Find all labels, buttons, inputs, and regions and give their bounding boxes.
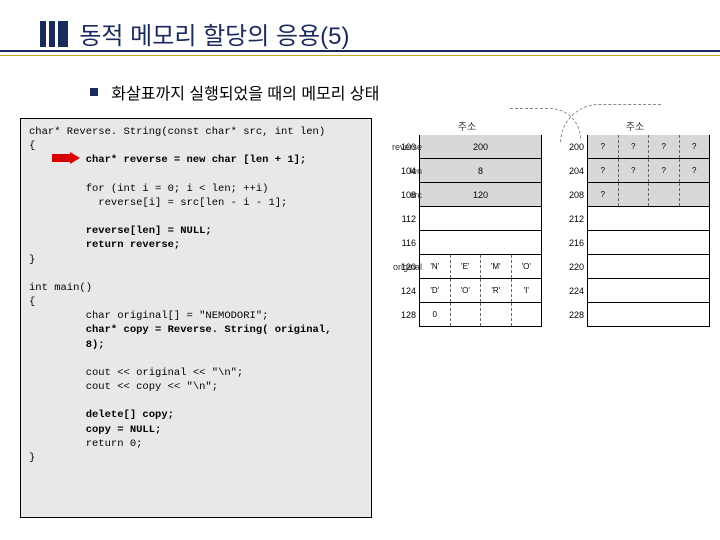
code-line: copy = NULL;: [29, 424, 161, 436]
code-line: return reverse;: [29, 239, 180, 251]
mem-row: 212: [560, 207, 710, 231]
slide-title: 동적 메모리 할당의 응용(5): [79, 16, 349, 51]
execution-arrow-icon: [52, 152, 80, 164]
mem-row: 112: [392, 207, 542, 231]
mem-row: 108src120: [392, 183, 542, 207]
title-bar: 동적 메모리 할당의 응용(5): [40, 16, 700, 52]
mem-row: 124 'D' 'O' 'R' 'I': [392, 279, 542, 303]
mem-row: 224: [560, 279, 710, 303]
mem-row: 204 ? ? ? ?: [560, 159, 710, 183]
mem-header: 주소: [392, 118, 542, 133]
code-line: char* Reverse. String(const char* src, i…: [29, 126, 325, 138]
mem-row: 116: [392, 231, 542, 255]
code-line: char original[] = "NEMODORI";: [29, 310, 268, 322]
mem-row: 120 original 'N' 'E' 'M' 'O': [392, 255, 542, 279]
code-line: int main(): [29, 282, 92, 294]
memory-heap: 주소 200 ? ? ? ? 204 ? ? ? ? 208 ?: [560, 118, 710, 327]
mem-row: 220: [560, 255, 710, 279]
code-line: delete[] copy;: [29, 409, 174, 421]
code-line: {: [29, 140, 35, 152]
mem-row: 100reverse200: [392, 135, 542, 159]
mem-row: 128 0: [392, 303, 542, 327]
code-line: }: [29, 452, 35, 464]
memory-stack: 주소 100reverse200 104len8 108src120 112 1…: [392, 118, 542, 327]
code-line: {: [29, 296, 35, 308]
code-line: reverse[i] = src[len - i - 1];: [29, 197, 287, 209]
mem-row: 208 ?: [560, 183, 710, 207]
bullet-icon: [90, 88, 98, 96]
code-line: }: [29, 254, 35, 266]
slide: 동적 메모리 할당의 응용(5) 화살표까지 실행되었을 때의 메모리 상태 c…: [0, 0, 720, 540]
code-line: reverse[len] = NULL;: [29, 225, 212, 237]
bullet-row: 화살표까지 실행되었을 때의 메모리 상태: [90, 80, 379, 104]
title-accent-icon: [40, 21, 68, 47]
mem-row: 104len8: [392, 159, 542, 183]
code-line: char* copy = Reverse. String( original,: [29, 324, 331, 336]
mem-row: 228: [560, 303, 710, 327]
title-underline: [0, 50, 720, 56]
code-line: return 0;: [29, 438, 142, 450]
code-line: cout << original << "\n";: [29, 367, 243, 379]
code-line: cout << copy << "\n";: [29, 381, 218, 393]
code-line: for (int i = 0; i < len; ++i): [29, 183, 268, 195]
code-line: 8);: [29, 339, 105, 351]
mem-header: 주소: [560, 118, 710, 133]
bullet-text: 화살표까지 실행되었을 때의 메모리 상태: [111, 86, 379, 103]
mem-row: 216: [560, 231, 710, 255]
mem-row: 200 ? ? ? ?: [560, 135, 710, 159]
code-block: char* Reverse. String(const char* src, i…: [20, 118, 372, 518]
